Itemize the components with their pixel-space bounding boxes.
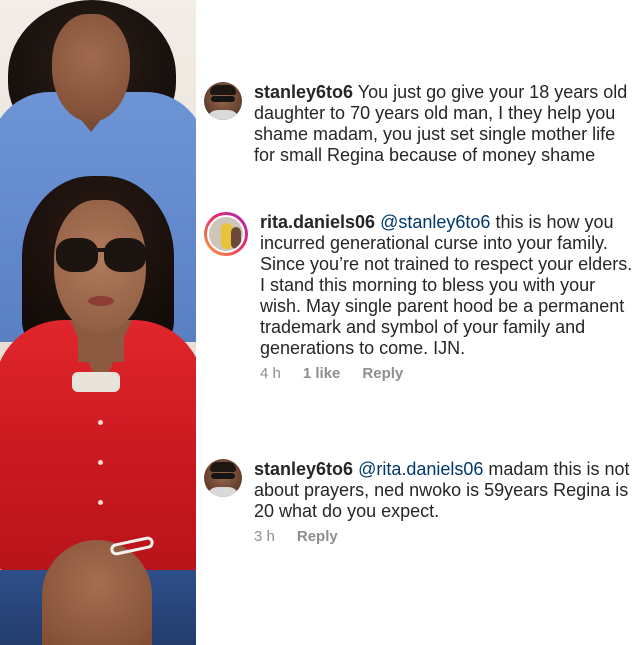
daughter-lips xyxy=(88,296,114,306)
username-link[interactable]: stanley6to6 xyxy=(254,459,353,479)
avatar-image xyxy=(207,215,245,253)
mention-link[interactable]: @rita.daniels06 xyxy=(358,459,483,479)
avatar-hair xyxy=(210,462,236,472)
comment-body: stanley6to6 @rita.daniels06 madam this i… xyxy=(254,459,640,545)
comment-body: rita.daniels06 @stanley6to6 this is how … xyxy=(260,212,640,382)
necklace-pendant xyxy=(72,372,120,392)
avatar-shirt xyxy=(206,487,240,497)
username-link[interactable]: rita.daniels06 xyxy=(260,212,375,232)
comment: rita.daniels06 @stanley6to6 this is how … xyxy=(204,212,640,382)
profile-avatar[interactable] xyxy=(204,82,242,120)
shirt-buttons xyxy=(98,420,103,425)
sunglasses-left-lens xyxy=(56,238,98,272)
profile-avatar-story-ring[interactable] xyxy=(204,212,248,256)
sunglasses-bridge xyxy=(96,248,106,252)
mother-daughter-photo xyxy=(0,0,196,645)
comment-text: stanley6to6 @rita.daniels06 madam this i… xyxy=(254,459,640,522)
comment: stanley6to6 @rita.daniels06 madam this i… xyxy=(204,459,640,545)
profile-avatar[interactable] xyxy=(204,459,242,497)
likes-count[interactable]: 1 like xyxy=(303,365,341,382)
mention-link[interactable]: @stanley6to6 xyxy=(380,212,490,232)
avatar-figure xyxy=(231,227,241,249)
comment-body: stanley6to6 You just go give your 18 yea… xyxy=(254,82,640,166)
comment: stanley6to6 You just go give your 18 yea… xyxy=(204,82,640,166)
daughter-arm xyxy=(42,540,152,645)
comment-text: rita.daniels06 @stanley6to6 this is how … xyxy=(260,212,640,359)
username-link[interactable]: stanley6to6 xyxy=(254,82,353,102)
sunglasses-right-lens xyxy=(104,238,146,272)
comment-meta: 4 h 1 like Reply xyxy=(260,365,640,382)
reply-button[interactable]: Reply xyxy=(297,528,338,545)
comment-content: this is how you incurred generational cu… xyxy=(260,212,633,358)
mother-face xyxy=(52,14,130,122)
avatar-shirt xyxy=(206,110,240,120)
timestamp: 3 h xyxy=(254,528,275,545)
avatar-glasses xyxy=(211,473,235,479)
avatar-glasses xyxy=(211,96,235,102)
comment-meta: 3 h Reply xyxy=(254,528,640,545)
timestamp: 4 h xyxy=(260,365,281,382)
reply-button[interactable]: Reply xyxy=(362,365,403,382)
avatar-hair xyxy=(210,85,236,95)
comment-text: stanley6to6 You just go give your 18 yea… xyxy=(254,82,640,166)
